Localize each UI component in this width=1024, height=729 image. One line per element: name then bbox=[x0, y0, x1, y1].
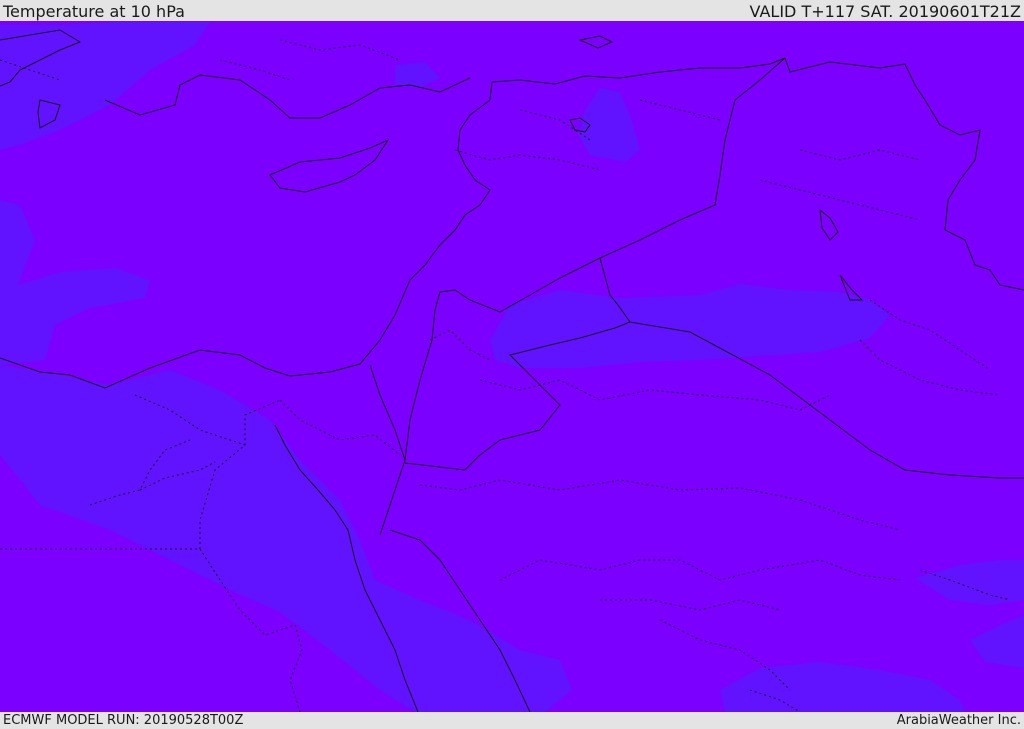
footer-bar: ECMWF MODEL RUN: 20190528T00Z ArabiaWeat… bbox=[0, 712, 1024, 729]
map-title: Temperature at 10 hPa bbox=[3, 2, 185, 21]
temperature-map[interactable] bbox=[0, 21, 1024, 712]
model-run: ECMWF MODEL RUN: 20190528T00Z bbox=[3, 713, 244, 728]
credit: ArabiaWeather Inc. bbox=[896, 713, 1021, 728]
header-bar: Temperature at 10 hPa VALID T+117 SAT. 2… bbox=[0, 0, 1024, 21]
valid-time: VALID T+117 SAT. 20190601T21Z bbox=[749, 2, 1021, 21]
